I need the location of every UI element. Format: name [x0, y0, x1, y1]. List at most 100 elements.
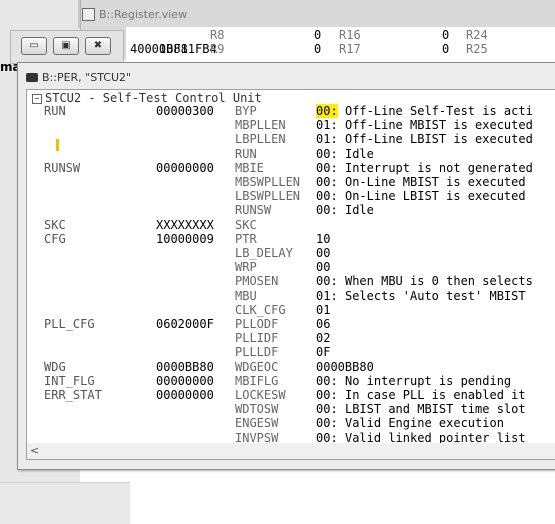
restore-button[interactable]: ▣: [53, 37, 79, 55]
register-value: 10000009: [156, 231, 214, 246]
field-value[interactable]: 01:: [316, 132, 338, 146]
collapse-icon[interactable]: −: [32, 93, 42, 104]
field-value[interactable]: 00: [316, 260, 330, 274]
field-value[interactable]: 00:: [316, 175, 338, 189]
register-value: 0: [314, 42, 322, 56]
register-name: CFG: [44, 231, 66, 246]
register-name: SKC: [44, 217, 66, 232]
field-description: Interrupt is not generated: [337, 160, 533, 175]
close-button[interactable]: ✖: [85, 37, 111, 55]
field-value[interactable]: 00:: [316, 104, 338, 118]
register-window-title-text: B::Register.view: [99, 7, 188, 21]
field-name: WDGEOC: [235, 359, 279, 374]
field-description: Valid Engine execution: [337, 416, 504, 431]
field-description: No interrupt is pending: [337, 373, 512, 388]
per-window-title-text: B::PER, "STCU2": [42, 70, 132, 84]
field-description: LBIST and MBIST time slot: [337, 402, 526, 417]
register-window-title[interactable]: B::Register.view: [82, 6, 187, 22]
register-table: 00811FB4 R8 0 R16 0 R24 40001BF8 R9 0 R1…: [126, 27, 555, 60]
register-value: 00000300: [156, 104, 214, 118]
field-value[interactable]: 00: [316, 246, 330, 260]
field-value[interactable]: 01:: [316, 289, 338, 303]
field-value[interactable]: 00:: [316, 203, 338, 217]
field-description: On-Line MBIST is executed: [337, 175, 526, 189]
field-value[interactable]: 00:: [316, 161, 338, 175]
field-value[interactable]: 01: [316, 303, 330, 317]
per-window[interactable]: B::PER, "STCU2" − STCU2 - Self-Test Contr…: [17, 62, 555, 470]
field-name: PLLODF: [235, 317, 279, 331]
register-value: 00000000: [156, 388, 214, 402]
field-value[interactable]: 00:: [316, 274, 338, 288]
tree-header[interactable]: − STCU2 - Self-Test Control Unit: [32, 91, 262, 105]
peripheral-view[interactable]: − STCU2 - Self-Test Control Unit RUN 00000…: [26, 89, 555, 445]
field-name: BYP: [235, 104, 257, 118]
minimize-button[interactable]: ▭: [21, 37, 47, 55]
field-name: ENGESW: [235, 416, 279, 431]
register-value: XXXXXXXX: [156, 217, 214, 232]
register-name: R17: [339, 42, 361, 56]
field-name: LB_DELAY: [235, 246, 293, 260]
field-description: In case PLL is enabled it: [337, 388, 526, 402]
register-name: ERR_STAT: [44, 388, 102, 402]
field-name: PLLIDF: [235, 331, 279, 346]
register-name: R25: [466, 42, 488, 56]
field-description: Off-Line MBIST is executed: [337, 118, 533, 133]
field-name: CLK_CFG: [235, 302, 286, 317]
field-name: WRP: [235, 260, 257, 275]
field-value[interactable]: 00:: [316, 388, 338, 402]
horizontal-scrollbar[interactable]: <: [26, 443, 555, 460]
per-window-title[interactable]: B::PER, "STCU2": [26, 69, 131, 85]
field-name: MBSWPLLEN: [235, 175, 301, 189]
register-value: 0: [442, 42, 450, 56]
field-value[interactable]: 0000BB80: [316, 360, 374, 374]
register-name: R8: [210, 28, 225, 42]
window-icon: [82, 7, 95, 21]
field-description: On-Line LBIST is executed: [337, 189, 526, 204]
field-name: PMOSEN: [235, 274, 279, 289]
register-name: PLL_CFG: [44, 317, 95, 331]
register-name: WDG: [44, 359, 66, 374]
minimized-window-controls: ▭ ▣ ✖: [10, 30, 124, 64]
field-name: LBSWPLLEN: [235, 189, 301, 204]
field-value[interactable]: 10: [316, 232, 330, 246]
register-value: 40001BF8: [130, 42, 188, 56]
field-name: SKC: [235, 217, 257, 232]
register-value: 0: [314, 28, 322, 42]
field-value[interactable]: 06: [316, 317, 330, 331]
field-name: PTR: [235, 231, 257, 246]
field-value[interactable]: 00:: [316, 147, 338, 161]
register-name: RUN: [44, 104, 66, 118]
register-name: R16: [339, 28, 361, 42]
peripheral-title: STCU2 - Self-Test Control Unit: [45, 91, 262, 105]
background-window-bottom: [0, 482, 130, 524]
field-value[interactable]: 02: [316, 331, 330, 345]
register-name: R9: [210, 42, 225, 56]
register-value: 00000000: [156, 373, 214, 388]
field-value[interactable]: 01:: [316, 118, 338, 132]
field-description: Idle: [337, 203, 374, 218]
field-name: WDTOSW: [235, 402, 279, 417]
field-value[interactable]: 00:: [316, 402, 338, 416]
register-value: 0602000F: [156, 317, 214, 331]
field-value[interactable]: 00:: [316, 374, 338, 388]
field-description: Selects 'Auto test' MBIST: [337, 288, 526, 303]
register-name: INT_FLG: [44, 373, 95, 388]
chip-icon: [26, 72, 38, 82]
field-value[interactable]: 0F: [316, 345, 330, 359]
field-name: MBIFLG: [235, 373, 279, 388]
field-name: MBIE: [235, 160, 264, 175]
register-name: RUNSW: [44, 160, 81, 175]
register-value: 00000000: [156, 160, 214, 175]
text-cursor: [56, 139, 59, 151]
field-value[interactable]: 00:: [316, 189, 338, 203]
field-description: Idle: [337, 146, 374, 161]
register-name: R24: [466, 28, 488, 42]
field-name: MBU: [235, 288, 257, 303]
field-value[interactable]: 00:: [316, 416, 338, 430]
field-description: When MBU is 0 then selects: [337, 274, 533, 289]
scroll-left-arrow[interactable]: <: [30, 444, 39, 457]
register-value: 0: [442, 28, 450, 42]
desktop-blank-area: [130, 468, 555, 523]
field-description: Off-Line LBIST is executed: [337, 132, 533, 147]
field-name: RUNSW: [235, 203, 272, 218]
